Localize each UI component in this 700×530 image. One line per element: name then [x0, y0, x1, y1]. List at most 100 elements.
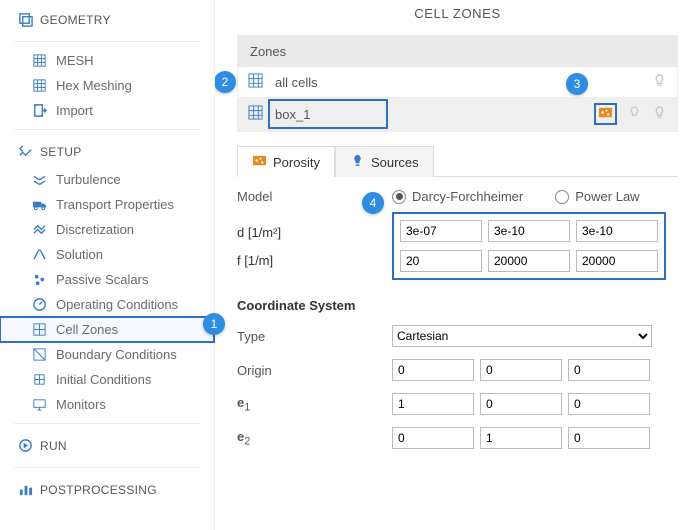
e2-0[interactable] [392, 427, 474, 449]
f-input-2[interactable] [576, 250, 658, 272]
label: Boundary Conditions [56, 347, 177, 362]
sidebar-item-operating[interactable]: Operating Conditions [0, 292, 214, 317]
label: RUN [40, 439, 67, 453]
monitors-icon [32, 397, 56, 412]
d-input-1[interactable] [488, 220, 570, 242]
zone-row-all-cells[interactable]: 2 all cells [238, 67, 677, 97]
label: Monitors [56, 397, 106, 412]
tab-porosity[interactable]: Porosity [237, 146, 335, 177]
porosity-toggle-icon[interactable] [594, 103, 617, 125]
section-setup[interactable]: SETUP [0, 136, 214, 167]
row-type: Type Cartesian [237, 313, 678, 347]
sources-icon [350, 153, 365, 171]
label: Turbulence [56, 172, 121, 187]
callout-2: 2 [215, 71, 236, 93]
label: Initial Conditions [56, 372, 151, 387]
radio-power[interactable]: Power Law [555, 189, 639, 204]
section-postprocessing[interactable]: POSTPROCESSING [0, 474, 214, 505]
row-model: Model Darcy-Forchheimer Power Law [237, 177, 678, 204]
f-label: f [1/m] [237, 247, 392, 274]
bulb-icon[interactable] [652, 105, 667, 123]
label: Operating Conditions [56, 297, 178, 312]
section-geometry[interactable]: GEOMETRY [0, 4, 214, 35]
coord-header: Coordinate System [237, 280, 678, 313]
grid-icon [248, 73, 263, 91]
zone-label: all cells [271, 75, 644, 90]
solution-icon [32, 247, 56, 262]
sources-toggle-icon[interactable] [627, 105, 642, 123]
sidebar-item-solution[interactable]: Solution [0, 242, 214, 267]
label: Hex Meshing [56, 78, 132, 93]
sidebar-item-discretization[interactable]: Discretization [0, 217, 214, 242]
row-origin: Origin [237, 347, 678, 381]
callout-4: 4 [362, 192, 384, 214]
bulb-icon[interactable] [652, 73, 667, 91]
label: Passive Scalars [56, 272, 148, 287]
zones-header: Zones [238, 36, 677, 67]
run-icon [18, 438, 40, 453]
discretization-icon [32, 222, 56, 237]
label: Discretization [56, 222, 134, 237]
sidebar-item-cellzones[interactable]: Cell Zones 1 [0, 317, 214, 342]
f-input-0[interactable] [400, 250, 482, 272]
origin-2[interactable] [568, 359, 650, 381]
radio-darcy[interactable]: Darcy-Forchheimer [392, 189, 523, 204]
transport-icon [32, 197, 56, 212]
d-label: d [1/m²] [237, 219, 392, 246]
origin-1[interactable] [480, 359, 562, 381]
sidebar-item-mesh[interactable]: MESH [0, 48, 214, 73]
callout-3: 3 [566, 73, 588, 95]
tab-label: Porosity [273, 155, 320, 170]
tab-sources[interactable]: Sources [335, 146, 434, 177]
label: Cell Zones [56, 322, 118, 337]
label: Import [56, 103, 93, 118]
tabs: Porosity Sources [237, 146, 678, 177]
sidebar-item-passive[interactable]: Passive Scalars [0, 267, 214, 292]
tab-label: Sources [371, 155, 419, 170]
sidebar-item-initial[interactable]: Initial Conditions [0, 367, 214, 392]
e1-2[interactable] [568, 393, 650, 415]
page-title: CELL ZONES [237, 6, 678, 35]
main-panel: CELL ZONES Zones 2 all cells box_1 3 [215, 0, 700, 530]
label: POSTPROCESSING [40, 483, 157, 497]
porosity-icon [252, 153, 267, 171]
callout-1: 1 [203, 313, 225, 335]
origin-0[interactable] [392, 359, 474, 381]
e2-1[interactable] [480, 427, 562, 449]
row-e1: e1 [237, 381, 678, 415]
e1-1[interactable] [480, 393, 562, 415]
type-label: Type [237, 329, 392, 344]
f-input-1[interactable] [488, 250, 570, 272]
setup-icon [18, 144, 40, 159]
passive-icon [32, 272, 56, 287]
sidebar-item-boundary[interactable]: Boundary Conditions [0, 342, 214, 367]
e2-label: e2 [237, 429, 392, 448]
d-input-2[interactable] [576, 220, 658, 242]
sidebar: GEOMETRY MESH Hex Meshing Import SETUP T… [0, 0, 215, 530]
e2-2[interactable] [568, 427, 650, 449]
cellzones-icon [32, 322, 56, 337]
sidebar-item-monitors[interactable]: Monitors [0, 392, 214, 417]
sidebar-item-transport[interactable]: Transport Properties [0, 192, 214, 217]
sidebar-item-import[interactable]: Import [0, 98, 214, 123]
postprocessing-icon [18, 482, 40, 497]
e1-0[interactable] [392, 393, 474, 415]
initial-icon [32, 372, 56, 387]
geometry-icon [18, 12, 40, 27]
zones-panel: Zones 2 all cells box_1 3 [237, 35, 678, 132]
sidebar-item-turbulence[interactable]: Turbulence [0, 167, 214, 192]
label: Solution [56, 247, 103, 262]
d-input-0[interactable] [400, 220, 482, 242]
sidebar-item-hex[interactable]: Hex Meshing [0, 73, 214, 98]
zone-label: box_1 [271, 107, 586, 122]
label: MESH [56, 53, 94, 68]
section-run[interactable]: RUN [0, 430, 214, 461]
radio-dot-off [555, 190, 569, 204]
zone-row-box-1[interactable]: box_1 3 [238, 97, 677, 131]
label: Transport Properties [56, 197, 174, 212]
label: SETUP [40, 145, 82, 159]
e1-label: e1 [237, 395, 392, 414]
import-icon [32, 103, 56, 118]
grid-icon [248, 105, 263, 123]
type-select[interactable]: Cartesian [392, 325, 652, 347]
